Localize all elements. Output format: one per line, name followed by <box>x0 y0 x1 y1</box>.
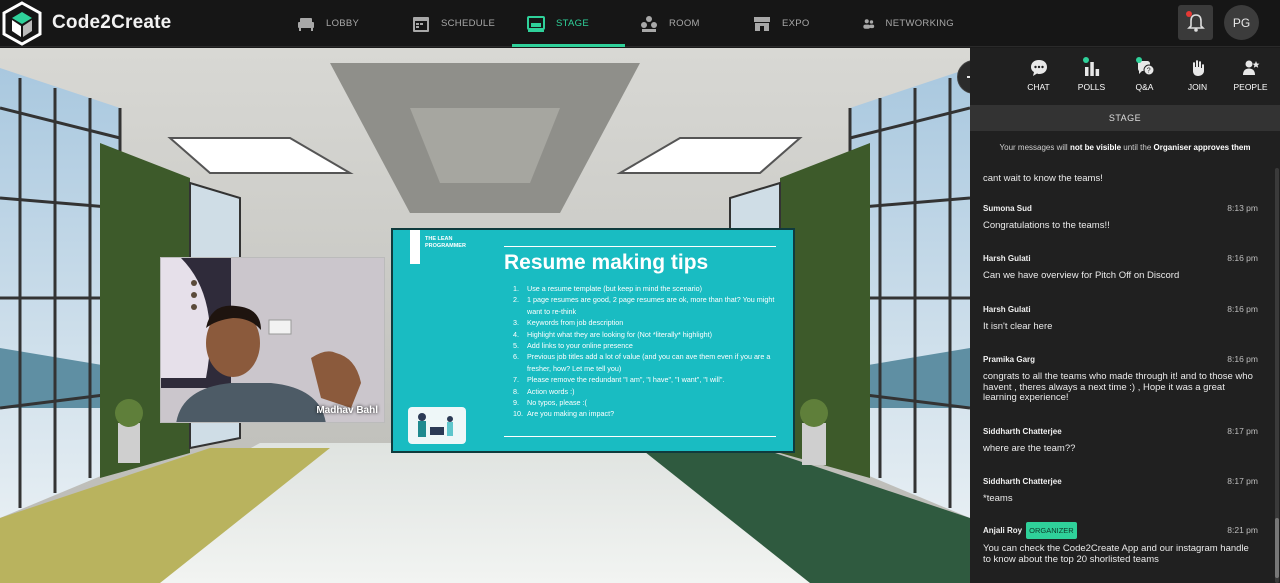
tab-label: CHAT <box>1027 82 1050 92</box>
message-author: Harsh Gulati <box>983 253 1031 263</box>
speaker-video[interactable]: Madhav Bahl <box>160 257 385 423</box>
chat-message: Siddharth Chatterjee 8:17 pm *teams <box>983 474 1258 505</box>
message-text: Congratulations to the teams!! <box>983 220 1110 231</box>
tab-join[interactable]: JOIN <box>1171 58 1224 92</box>
organizer-badge: ORGANIZER <box>1026 521 1077 539</box>
networking-icon <box>863 18 875 29</box>
chat-message: Harsh Gulati 8:16 pm It isn't clear here <box>983 302 1258 333</box>
chat-icon <box>1030 60 1047 76</box>
message-time: 8:13 pm <box>1227 203 1258 213</box>
tab-qa[interactable]: ? Q&A <box>1118 57 1171 92</box>
nav-expo[interactable]: EXPO <box>738 0 848 47</box>
tab-label: JOIN <box>1187 82 1208 92</box>
message-time: 8:17 pm <box>1227 476 1258 486</box>
room-icon <box>641 15 657 32</box>
tab-label: PEOPLE <box>1233 82 1268 92</box>
top-bar: Code2Create LOBBY SCHEDULE STAGE ROOM EX… <box>0 0 1280 47</box>
message-time: 8:17 pm <box>1227 426 1258 436</box>
tab-chat[interactable]: CHAT <box>1012 58 1065 92</box>
expo-icon <box>754 16 770 31</box>
nav-stage[interactable]: STAGE <box>512 0 625 47</box>
chat-message: Sumona Sud 8:13 pm Congratulations to the… <box>983 201 1258 232</box>
slide-title: Resume making tips <box>504 251 709 274</box>
tip-item: 2. 1 page resumes are good, 2 page resume… <box>513 295 775 316</box>
message-time: 8:16 pm <box>1227 304 1258 314</box>
message-time: 8:21 pm <box>1227 525 1258 535</box>
nav-label: NETWORKING <box>885 18 954 29</box>
people-icon <box>1242 60 1259 75</box>
hand-icon <box>1192 60 1204 76</box>
nav-label: SCHEDULE <box>441 18 496 29</box>
chat-message-text: cant wait to know the teams! <box>983 173 1103 184</box>
message-author: Siddharth Chatterjee <box>983 476 1062 486</box>
slide-divider <box>504 246 776 247</box>
message-text: congrats to all the teams who made throu… <box>983 371 1253 403</box>
message-author: Sumona Sud <box>983 203 1032 213</box>
tip-item: 1. Use a resume template (but keep in min… <box>513 284 702 293</box>
nav-label: EXPO <box>782 18 810 29</box>
chat-message: Pramika Garg 8:16 pm congrats to all the … <box>983 352 1258 404</box>
message-time: 8:16 pm <box>1227 354 1258 364</box>
slide-accent-bar <box>410 230 420 264</box>
message-time: 8:16 pm <box>1227 253 1258 263</box>
message-author: Siddharth Chatterjee <box>983 426 1062 436</box>
chat-message: Harsh Gulati 8:16 pm Can we have overview… <box>983 251 1258 282</box>
nav-room[interactable]: ROOM <box>625 0 738 47</box>
scrollbar-thumb[interactable] <box>1275 518 1279 578</box>
nav-schedule[interactable]: SCHEDULE <box>397 0 512 47</box>
tip-item: 6. Previous job titles add a lot of value… <box>513 352 771 373</box>
tip-item: 5. Add links to your online presence <box>513 341 633 351</box>
speaker-video-feed <box>161 258 384 422</box>
code2create-logo[interactable] <box>0 0 44 47</box>
nav-lobby[interactable]: LOBBY <box>282 0 397 47</box>
notification-dot <box>1186 11 1192 17</box>
message-text: Can we have overview for Pitch Off on Di… <box>983 270 1180 281</box>
tab-polls[interactable]: POLLS <box>1065 57 1118 92</box>
nav-label: LOBBY <box>326 18 360 29</box>
app-name[interactable]: Code2Create <box>52 12 171 34</box>
nav-label: STAGE <box>556 18 589 29</box>
chat-scrollbar[interactable] <box>1275 168 1279 583</box>
nav-label: ROOM <box>669 18 700 29</box>
message-text: It isn't clear here <box>983 321 1053 332</box>
tip-item: 8. Action words :) <box>513 386 575 396</box>
message-text: You can check the Code2Create App and ou… <box>983 543 1249 565</box>
slide-illustration <box>408 407 466 444</box>
stage-area: Madhav Bahl THE LEAN PROGRAMMER Resume m… <box>0 48 970 583</box>
nav-networking[interactable]: NETWORKING <box>848 0 968 47</box>
chat-message: Siddharth Chatterjee 8:17 pm where are th… <box>983 424 1258 455</box>
side-tabs: CHAT POLLS ? Q&A JOIN PEOPLE <box>990 57 1277 92</box>
svg-text:?: ? <box>1146 68 1150 75</box>
presentation-slide: THE LEAN PROGRAMMER Resume making tips 1… <box>391 228 795 453</box>
tip-item: 10. Are you making an impact? <box>513 409 615 419</box>
message-text: where are the team?? <box>983 443 1076 454</box>
tip-item: 4. Highlight what they are looking for (N… <box>513 329 712 339</box>
tip-item: 3. Keywords from job description <box>513 318 624 328</box>
tab-label: Q&A <box>1135 82 1154 92</box>
notifications-button[interactable] <box>1178 5 1213 40</box>
speaker-name: Madhav Bahl <box>316 405 378 416</box>
calendar-icon <box>413 16 429 32</box>
qa-indicator-dot <box>1136 57 1142 63</box>
message-author: Anjali Roy ORGANIZER <box>983 521 1077 539</box>
tab-label: POLLS <box>1077 82 1106 92</box>
moderation-notice: Your messages will not be visible until … <box>999 143 1251 152</box>
tab-people[interactable]: PEOPLE <box>1224 58 1277 92</box>
slide-brand: THE LEAN PROGRAMMER <box>425 236 466 249</box>
chat-section-header: STAGE <box>970 105 1280 131</box>
chat-message: Anjali Roy ORGANIZER 8:21 pm You can check… <box>983 521 1258 565</box>
sofa-icon <box>298 17 314 31</box>
message-author: Pramika Garg <box>983 354 1036 364</box>
message-text: *teams <box>983 493 1013 504</box>
tip-item: 9. No typos, please :( <box>513 398 587 408</box>
tips-list: 1. Use a resume template (but keep in min… <box>513 283 783 420</box>
main-nav: LOBBY SCHEDULE STAGE ROOM EXPO NETWORKIN… <box>282 0 968 47</box>
stage-icon <box>527 15 545 32</box>
message-author: Harsh Gulati <box>983 304 1031 314</box>
tip-item: 7. Please remove the redundant "I am", "I… <box>513 375 725 385</box>
user-avatar[interactable]: PG <box>1224 5 1259 40</box>
side-panel: CHAT POLLS ? Q&A JOIN PEOPLE STAGE Your … <box>970 48 1280 583</box>
polls-indicator-dot <box>1083 57 1089 63</box>
slide-footer-line <box>504 436 776 437</box>
